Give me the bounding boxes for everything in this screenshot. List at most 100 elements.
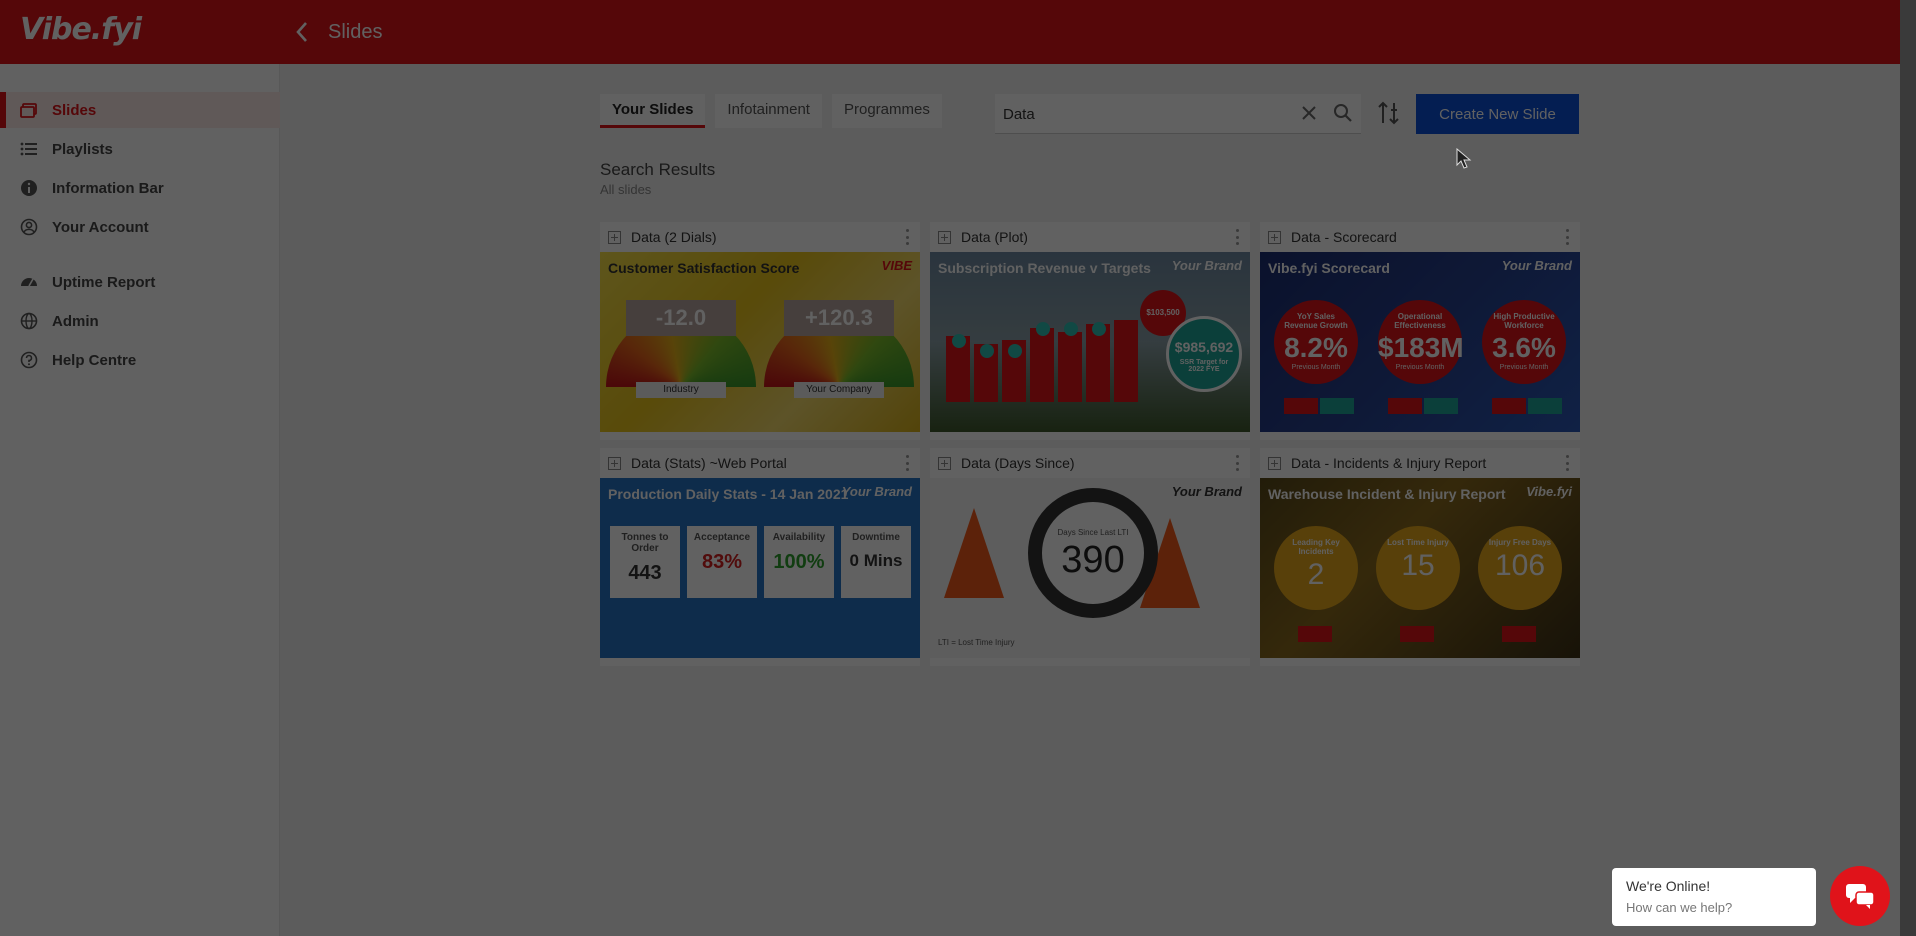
stat-label: Downtime [852, 532, 900, 543]
slide-thumbnail[interactable]: Warehouse Incident & Injury Report Vibe.… [1260, 478, 1580, 658]
slide-thumbnail[interactable]: Subscription Revenue v Targets Your Bran… [930, 252, 1250, 432]
stat-value: 83% [701, 551, 743, 573]
create-new-slide-button[interactable]: Create New Slide [1416, 94, 1579, 134]
chat-icon [1846, 884, 1875, 909]
sidebar-item-your-account[interactable]: Your Account [0, 209, 280, 245]
card-title: Data (Stats) ~Web Portal [631, 455, 787, 471]
card-header: Data (Days Since) [930, 448, 1250, 478]
brand-logo: Your Brand [1171, 258, 1242, 273]
top-bar: Vibe.fyi Slides [0, 0, 1900, 64]
brand-logo: Vibe.fyi [1526, 484, 1572, 499]
slide-card[interactable]: Data (Days Since) Your Brand Days Since … [930, 448, 1250, 666]
select-checkbox[interactable] [1268, 456, 1281, 470]
card-header: Data (2 Dials) [600, 222, 920, 252]
sidebar: Slides Playlists Information Bar Your Ac… [0, 64, 280, 936]
more-options-icon[interactable] [1566, 455, 1570, 471]
slide-thumbnail[interactable]: Your Brand Days Since Last LTI 390 LTI =… [930, 478, 1250, 658]
mini-bar [1388, 398, 1422, 414]
chat-prompt[interactable]: We're Online! How can we help? [1612, 868, 1816, 926]
score-sub: Previous Month [1395, 364, 1445, 371]
slide-thumbnail[interactable]: Vibe.fyi Scorecard Your Brand YoY Sales … [1260, 252, 1580, 432]
metric-circle: Leading Key Incidents 2 [1274, 526, 1358, 610]
search-input[interactable] [1003, 102, 1293, 126]
select-checkbox[interactable] [608, 456, 621, 470]
metric-label: Lost Time Injury [1387, 538, 1449, 547]
slide-card[interactable]: Data (Stats) ~Web Portal Production Dail… [600, 448, 920, 666]
score-value: 3.6% [1492, 332, 1556, 363]
thumbnail-title: Warehouse Incident & Injury Report [1268, 486, 1506, 502]
search-icon[interactable] [1332, 102, 1354, 124]
tab-infotainment[interactable]: Infotainment [715, 94, 822, 128]
stat-tile: Tonnes to Order 443 [610, 526, 680, 598]
chart-point [980, 344, 994, 358]
metric-value: 15 [1401, 549, 1435, 582]
score-circle: High Productive Workforce 3.6% Previous … [1482, 300, 1566, 384]
stat-tile: Downtime 0 Mins [841, 526, 911, 598]
chat-button[interactable] [1830, 866, 1890, 926]
more-options-icon[interactable] [1236, 229, 1240, 245]
chart-bar [1058, 332, 1082, 402]
sidebar-item-admin[interactable]: Admin [0, 303, 280, 339]
back-button[interactable] [290, 18, 314, 46]
chevron-left-icon [296, 22, 307, 42]
tab-your-slides[interactable]: Your Slides [600, 94, 706, 128]
chart-point [1092, 322, 1106, 336]
thumbnail-title: Customer Satisfaction Score [608, 260, 800, 276]
help-icon [20, 351, 38, 369]
sidebar-item-help-centre[interactable]: Help Centre [0, 342, 280, 378]
thumbnail-title: Subscription Revenue v Targets [938, 260, 1151, 276]
chart-bar [1030, 328, 1054, 402]
slide-card[interactable]: Data - Incidents & Injury Report Warehou… [1260, 448, 1580, 666]
mini-bar [1320, 398, 1354, 414]
brand-logo: VIBE [881, 258, 912, 273]
select-checkbox[interactable] [1268, 230, 1281, 244]
score-value: 8.2% [1284, 332, 1348, 363]
account-icon [20, 218, 38, 236]
thumbnail-title: Vibe.fyi Scorecard [1268, 260, 1390, 276]
metric-value: 106 [1494, 549, 1546, 582]
metric-value: 2 [1307, 558, 1325, 591]
more-options-icon[interactable] [1566, 229, 1570, 245]
dial-value: -12.0 [626, 300, 736, 336]
chat-title: We're Online! [1626, 878, 1711, 894]
total-label: SSR Target for 2022 FYE [1179, 359, 1229, 373]
chat-subtitle: How can we help? [1626, 900, 1733, 915]
more-options-icon[interactable] [906, 229, 910, 245]
sidebar-item-slides[interactable]: Slides [0, 92, 280, 128]
more-options-icon[interactable] [906, 455, 910, 471]
sidebar-item-label: Slides [52, 101, 97, 119]
select-checkbox[interactable] [938, 230, 951, 244]
mini-bar [1284, 398, 1318, 414]
select-checkbox[interactable] [938, 456, 951, 470]
select-checkbox[interactable] [608, 230, 621, 244]
ring-footer: LTI = Lost Time Injury [938, 638, 1015, 647]
tab-programmes[interactable]: Programmes [831, 94, 942, 128]
vibe-logo[interactable]: Vibe.fyi [20, 12, 142, 47]
sidebar-item-information-bar[interactable]: Information Bar [0, 170, 280, 206]
sidebar-item-playlists[interactable]: Playlists [0, 131, 280, 167]
sidebar-item-label: Information Bar [52, 179, 164, 197]
card-header: Data - Scorecard [1260, 222, 1580, 252]
sidebar-item-label: Playlists [52, 140, 113, 158]
score-label: High Productive Workforce [1493, 312, 1555, 330]
mini-bar [1298, 626, 1332, 642]
card-title: Data - Incidents & Injury Report [1291, 455, 1487, 471]
slide-thumbnail[interactable]: Production Daily Stats - 14 Jan 2021 You… [600, 478, 920, 658]
close-icon[interactable] [1298, 102, 1320, 124]
sort-icon[interactable] [1376, 99, 1402, 127]
stat-label: Tonnes to Order [621, 532, 669, 554]
page-scrollbar[interactable] [1900, 0, 1916, 936]
sidebar-item-uptime-report[interactable]: Uptime Report [0, 264, 280, 300]
score-sub: Previous Month [1499, 364, 1549, 371]
slide-card[interactable]: Data (2 Dials) Customer Satisfaction Sco… [600, 222, 920, 440]
score-sub: Previous Month [1291, 364, 1341, 371]
slide-card[interactable]: Data - Scorecard Vibe.fyi Scorecard Your… [1260, 222, 1580, 440]
brand-logo: Your Brand [841, 484, 912, 499]
thumbnail-title: Production Daily Stats - 14 Jan 2021 [608, 486, 849, 502]
metric-circle: Lost Time Injury 15 [1376, 526, 1460, 610]
metric-label: Leading Key Incidents [1292, 538, 1340, 556]
more-options-icon[interactable] [1236, 455, 1240, 471]
slide-card[interactable]: Data (Plot) Subscription Revenue v Targe… [930, 222, 1250, 440]
slide-thumbnail[interactable]: Customer Satisfaction Score VIBE -12.0 +… [600, 252, 920, 432]
score-label: YoY Sales Revenue Growth [1284, 312, 1348, 330]
